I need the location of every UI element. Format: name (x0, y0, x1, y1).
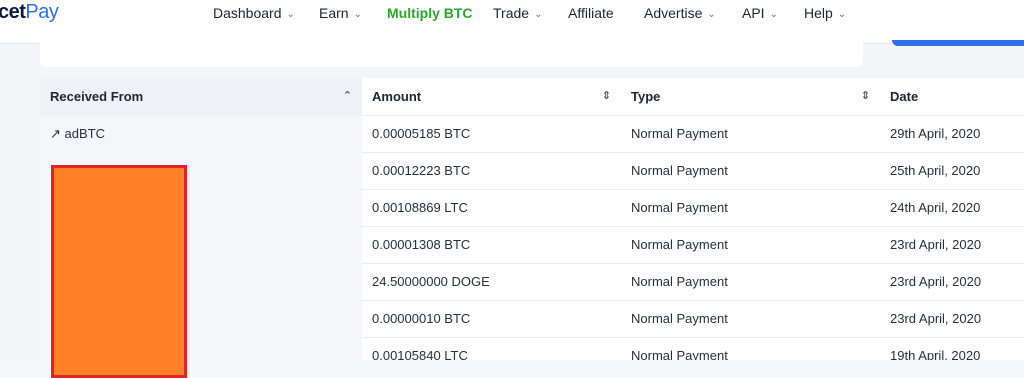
nav-help-label: Help (804, 5, 833, 21)
received-from-header-label: Received From (50, 89, 144, 104)
type-header-label: Type (631, 89, 661, 104)
cell-type: Normal Payment (631, 274, 728, 289)
chevron-down-icon: ⌄ (769, 9, 778, 20)
nav-advertise-label: Advertise (644, 5, 703, 21)
cell-amount: 0.00005185 BTC (372, 126, 471, 141)
sort-ascending-icon[interactable]: ⌃ (343, 78, 352, 115)
nav-api[interactable]: API ⌄ (742, 5, 778, 21)
table-row: ↗ adBTC 0.00005185 BTC Normal Payment 29… (40, 115, 1024, 153)
cell-received-from[interactable]: ↗ adBTC (40, 115, 362, 152)
table-row: 24.50000000 DOGE Normal Payment 23rd Apr… (40, 263, 1024, 301)
chevron-down-icon: ⌄ (286, 9, 295, 20)
nav-help[interactable]: Help ⌄ (804, 5, 846, 21)
cell-date: 25th April, 2020 (890, 163, 981, 178)
payments-table: Received From ⌃ Amount ⇕ Type ⇕ Date ↗ a… (40, 78, 1024, 360)
table-row: 0.00012223 BTC Normal Payment 25th April… (40, 152, 1024, 190)
nav-dashboard-label: Dashboard (213, 5, 282, 21)
top-navigation-bar: cetPay Dashboard ⌄ Earn ⌄ Multiply BTC Tra… (0, 0, 1024, 44)
nav-multiply-btc[interactable]: Multiply BTC (387, 5, 473, 21)
cell-date: 23rd April, 2020 (890, 274, 982, 289)
cell-amount: 0.00001308 BTC (372, 237, 471, 252)
cell-amount: 0.00105840 LTC (372, 348, 468, 360)
table-row: 0.00001308 BTC Normal Payment 23rd April… (40, 226, 1024, 264)
nav-affiliate[interactable]: Affiliate (568, 5, 614, 21)
column-header-type[interactable]: Type ⇕ (621, 78, 880, 115)
cell-type: Normal Payment (631, 237, 728, 252)
cell-amount: 24.50000000 DOGE (372, 274, 490, 289)
main-nav: Dashboard ⌄ Earn ⌄ Multiply BTC Trade ⌄ Aff… (0, 0, 1024, 28)
chevron-down-icon: ⌄ (353, 9, 362, 20)
accent-button-edge[interactable] (892, 40, 1024, 46)
table-row: 0.00108869 LTC Normal Payment 24th April… (40, 189, 1024, 227)
redaction-box (51, 165, 187, 378)
cell-date: 19th April, 2020 (890, 348, 981, 360)
cell-type: Normal Payment (631, 126, 728, 141)
chevron-down-icon: ⌄ (707, 9, 716, 20)
cell-amount: 0.00000010 BTC (372, 311, 471, 326)
cell-date: 29th April, 2020 (890, 126, 981, 141)
cell-amount: 0.00012223 BTC (372, 163, 471, 178)
column-header-amount[interactable]: Amount ⇕ (362, 78, 621, 115)
nav-trade-label: Trade (493, 5, 530, 21)
sort-icon[interactable]: ⇕ (602, 78, 611, 115)
nav-api-label: API (742, 5, 765, 21)
column-header-date[interactable]: Date (880, 78, 1024, 115)
table-row: 0.00000010 BTC Normal Payment 23rd April… (40, 300, 1024, 338)
sort-icon[interactable]: ⇕ (861, 78, 870, 115)
table-header-row: Received From ⌃ Amount ⇕ Type ⇕ Date (40, 78, 1024, 116)
cell-date: 23rd April, 2020 (890, 311, 982, 326)
cell-type: Normal Payment (631, 311, 728, 326)
cell-type: Normal Payment (631, 200, 728, 215)
cell-date: 24th April, 2020 (890, 200, 981, 215)
cell-date: 23rd April, 2020 (890, 237, 982, 252)
table-row: 0.00105840 LTC Normal Payment 19th April… (40, 337, 1024, 360)
amount-header-label: Amount (372, 89, 422, 104)
nav-affiliate-label: Affiliate (568, 5, 614, 21)
nav-multiply-btc-label: Multiply BTC (387, 5, 473, 21)
cell-type: Normal Payment (631, 163, 728, 178)
date-header-label: Date (890, 89, 919, 104)
filter-panel (40, 40, 863, 67)
cell-amount: 0.00108869 LTC (372, 200, 468, 215)
nav-earn[interactable]: Earn ⌄ (319, 5, 362, 21)
nav-trade[interactable]: Trade ⌄ (493, 5, 542, 21)
chevron-down-icon: ⌄ (534, 9, 543, 20)
column-header-received-from[interactable]: Received From ⌃ (40, 78, 362, 115)
nav-dashboard[interactable]: Dashboard ⌄ (213, 5, 295, 21)
nav-earn-label: Earn (319, 5, 349, 21)
cell-type: Normal Payment (631, 348, 728, 360)
chevron-down-icon: ⌄ (837, 9, 847, 20)
nav-advertise[interactable]: Advertise ⌄ (644, 5, 716, 21)
